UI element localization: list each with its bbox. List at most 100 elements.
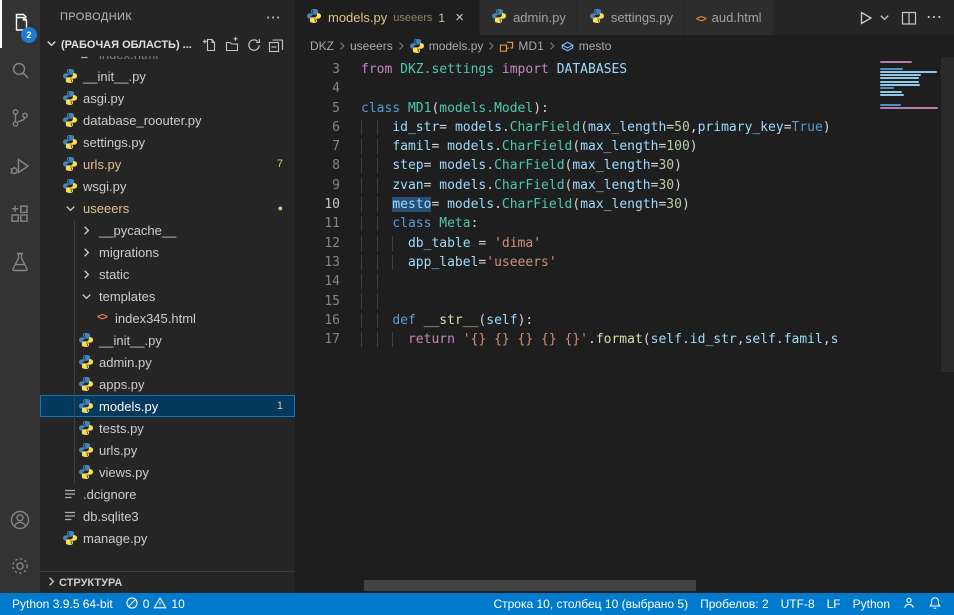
more-actions-icon[interactable]: ⋯ — [924, 8, 944, 28]
minimap[interactable] — [880, 61, 940, 110]
tab-aud.html[interactable]: <>aud.html — [685, 0, 774, 35]
testing-icon — [8, 250, 32, 279]
code-line-14[interactable]: 14 — [295, 272, 954, 291]
code-line-11[interactable]: 11 class Meta: — [295, 214, 954, 233]
breadcrumb-separator-icon — [546, 40, 558, 52]
tree-file-admin.py[interactable]: admin.py — [40, 351, 295, 373]
breadcrumb-separator-icon — [395, 40, 407, 52]
code-line-12[interactable]: 12 db_table = 'dima' — [295, 234, 954, 253]
tab-models.py[interactable]: models.pyuseeers1× — [295, 0, 480, 35]
collapse-folders-icon[interactable] — [267, 36, 285, 54]
status-feedback[interactable] — [896, 593, 922, 615]
new-folder-icon[interactable] — [223, 36, 241, 54]
activity-item-extensions[interactable] — [0, 192, 40, 240]
tree-file-index345.html[interactable]: <>index345.html — [40, 307, 295, 329]
tree-file-db.sqlite3[interactable]: db.sqlite3 — [40, 505, 295, 527]
breadcrumb-useeers[interactable]: useeers — [350, 39, 393, 53]
activity-item-accounts[interactable] — [0, 499, 40, 545]
vertical-scrollbar[interactable] — [941, 57, 954, 372]
explorer-more-actions-icon[interactable]: ⋯ — [266, 10, 281, 25]
breadcrumb-models.py[interactable]: models.py — [409, 38, 484, 54]
editor-actions: ⋯ — [853, 0, 954, 35]
tab-close-icon[interactable]: × — [451, 9, 468, 26]
code-line-10[interactable]: 10 mesto= models.CharField(max_length=30… — [295, 195, 954, 214]
status-notifications[interactable] — [922, 593, 948, 615]
code-line-17[interactable]: 17 return '{} {} {} {} {}'.format(self.i… — [295, 330, 954, 349]
tree-folder-templates[interactable]: templates — [40, 285, 295, 307]
vscode-window: 2 ПРОВОДНИК ⋯ (РАБОЧАЯ ОБЛАСТЬ) ... inde… — [0, 0, 954, 615]
code-line-15[interactable]: 15 — [295, 292, 954, 311]
tree-file-manage.py[interactable]: manage.py — [40, 527, 295, 549]
breadcrumbs: DKZ useeers models.py MD1 mesto — [295, 35, 954, 57]
breadcrumb-DKZ[interactable]: DKZ — [310, 39, 334, 53]
new-file-icon[interactable] — [201, 36, 219, 54]
run-python-file-icon[interactable] — [853, 6, 877, 30]
activity-item-explorer[interactable]: 2 — [0, 0, 40, 48]
status-eol[interactable]: LF — [821, 593, 847, 615]
code-line-6[interactable]: 6 id_str= models.CharField(max_length=50… — [295, 118, 954, 137]
tree-file-apps.py[interactable]: apps.py — [40, 373, 295, 395]
line-number: 5 — [295, 99, 340, 118]
status-language-mode[interactable]: Python — [847, 593, 896, 615]
tree-folder-migrations[interactable]: migrations — [40, 241, 295, 263]
tab-settings.py[interactable]: settings.py — [578, 0, 685, 35]
tree-folder-static[interactable]: static — [40, 263, 295, 285]
status-label: Python — [853, 597, 890, 611]
status-cursor-position[interactable]: Строка 10, столбец 10 (выбрано 5) — [487, 593, 694, 615]
tree-folder-useeers[interactable]: useeers● — [40, 197, 295, 219]
status-problems[interactable]: 010 — [119, 593, 191, 615]
code-line-9[interactable]: 9 zvan= models.CharField(max_length=30) — [295, 176, 954, 195]
activity-item-run-and-debug[interactable] — [0, 144, 40, 192]
chevron-right-icon — [78, 222, 94, 238]
activity-item-manage[interactable] — [0, 545, 40, 591]
account-icon — [8, 508, 32, 537]
activity-item-search[interactable] — [0, 48, 40, 96]
code-line-5[interactable]: 5class MD1(models.Model): — [295, 99, 954, 118]
status-encoding[interactable]: UTF-8 — [775, 593, 821, 615]
line-number: 11 — [295, 214, 340, 233]
tree-file-wsgi.py[interactable]: wsgi.py — [40, 175, 295, 197]
tree-file-models.py[interactable]: models.py1 — [40, 395, 295, 417]
tree-file-database_roouter.py[interactable]: database_roouter.py — [40, 109, 295, 131]
activity-item-testing[interactable] — [0, 240, 40, 288]
section-actions — [201, 36, 295, 54]
tab-admin.py[interactable]: admin.py — [480, 0, 578, 35]
refresh-explorer-icon[interactable] — [245, 36, 263, 54]
split-editor-icon[interactable] — [898, 7, 920, 29]
breadcrumb-separator-icon — [336, 40, 348, 52]
tree-file-asgi.py[interactable]: asgi.py — [40, 87, 295, 109]
tree-file-settings.py[interactable]: settings.py — [40, 131, 295, 153]
code-line-13[interactable]: 13 app_label='useeers' — [295, 253, 954, 272]
code-line-3[interactable]: 3from DKZ.settings import DATABASES — [295, 60, 954, 79]
bell-icon — [928, 596, 942, 613]
code-line-7[interactable]: 7 famil= models.CharField(max_length=100… — [295, 137, 954, 156]
tree-file-__init__.py[interactable]: __init__.py — [40, 65, 295, 87]
status-python-interpreter[interactable]: Python 3.9.5 64-bit — [6, 593, 119, 615]
breadcrumb-mesto[interactable]: mesto — [560, 39, 612, 54]
horizontal-scrollbar[interactable] — [364, 580, 696, 591]
workspace-section-header[interactable]: (РАБОЧАЯ ОБЛАСТЬ) ... — [40, 34, 295, 56]
minimap-line — [880, 84, 920, 86]
status-indentation[interactable]: Пробелов: 2 — [694, 593, 775, 615]
tree-file-.dcignore[interactable]: .dcignore — [40, 483, 295, 505]
code-line-16[interactable]: 16 def __str__(self): — [295, 311, 954, 330]
breadcrumb-MD1[interactable]: MD1 — [499, 39, 543, 54]
tree-file-index.html[interactable]: index.html — [40, 56, 295, 65]
html-tag-icon: <> — [696, 10, 706, 25]
code-editor[interactable]: 3from DKZ.settings import DATABASES45cla… — [295, 57, 954, 593]
tree-item-badge: ● — [278, 203, 295, 213]
outline-section-header[interactable]: СТРУКТУРА — [40, 571, 295, 593]
tree-file-views.py[interactable]: views.py — [40, 461, 295, 483]
code-line-4[interactable]: 4 — [295, 79, 954, 98]
tree-file-urls.py[interactable]: urls.py7 — [40, 153, 295, 175]
tree-file-__init__.py[interactable]: __init__.py — [40, 329, 295, 351]
file-plain-icon — [62, 486, 78, 502]
tree-folder-__pycache__[interactable]: __pycache__ — [40, 219, 295, 241]
activity-item-source-control[interactable] — [0, 96, 40, 144]
tree-file-tests.py[interactable]: tests.py — [40, 417, 295, 439]
code-line-8[interactable]: 8 step= models.CharField(max_length=30) — [295, 156, 954, 175]
run-dropdown-icon[interactable] — [875, 8, 894, 27]
tree-item-label: admin.py — [99, 355, 152, 370]
tree-file-urls.py[interactable]: urls.py — [40, 439, 295, 461]
breadcrumb-label: useeers — [350, 39, 393, 53]
